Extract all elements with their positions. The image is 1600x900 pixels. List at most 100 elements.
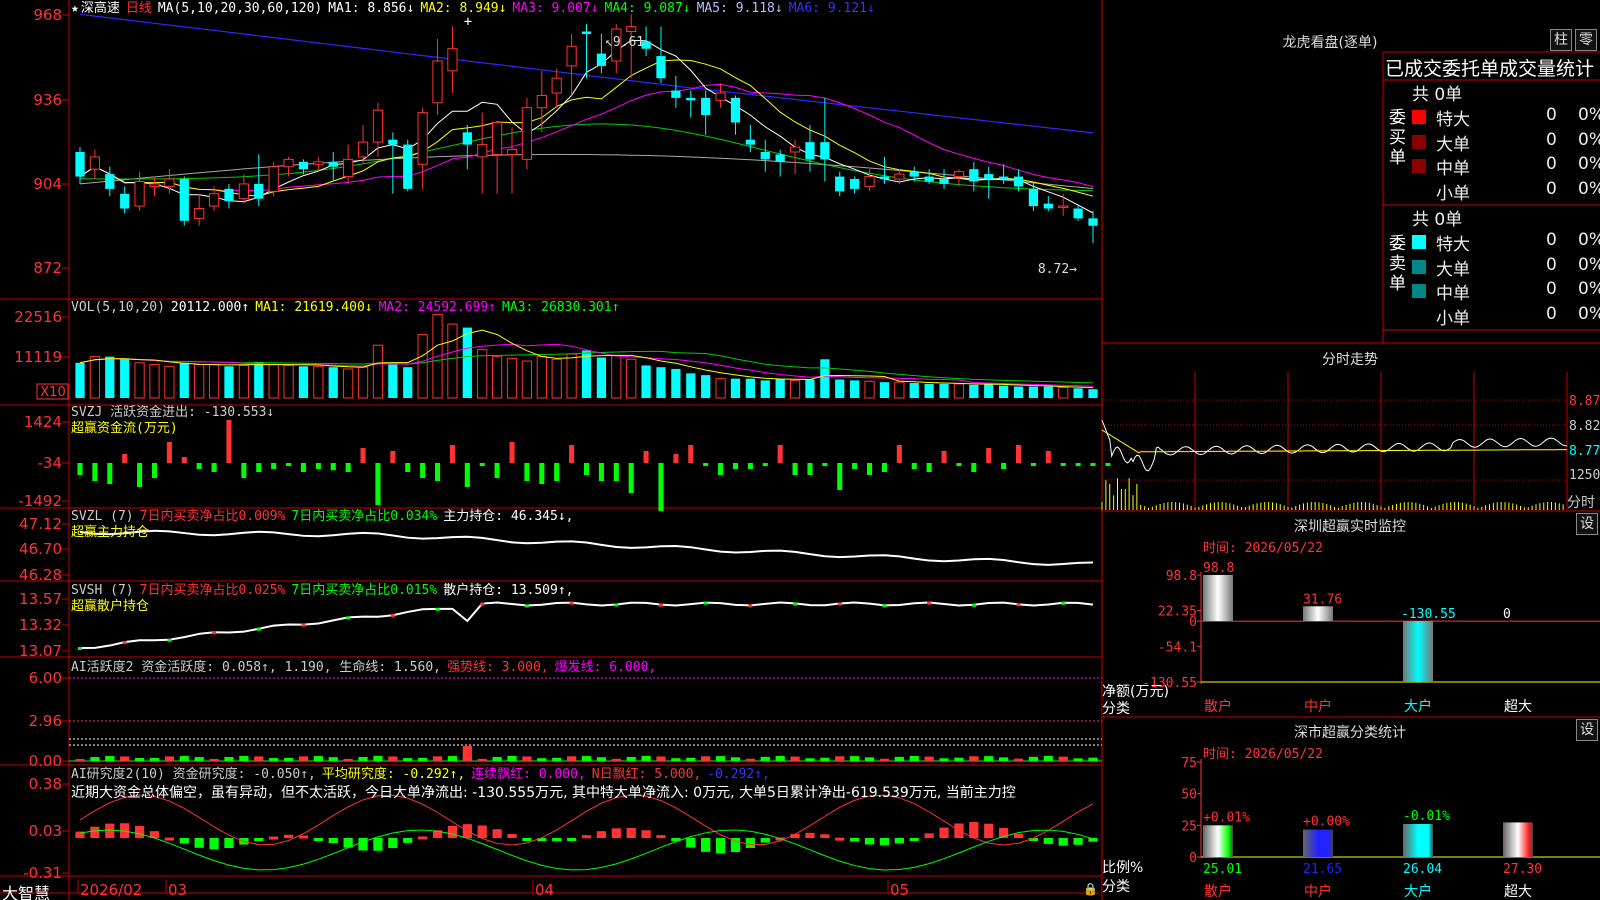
volume-bar	[1028, 386, 1039, 398]
ai2-bar	[507, 834, 517, 838]
svzj-bar	[1015, 445, 1022, 463]
candle-body	[879, 176, 890, 180]
volume-bar	[835, 379, 845, 398]
ai1-bar	[1043, 756, 1053, 761]
ai1-bar	[820, 757, 830, 761]
ai2-bar	[358, 838, 368, 851]
candle-body	[75, 151, 85, 177]
monitor-settings-button[interactable]: 设	[1576, 513, 1598, 535]
longhu-tabs[interactable]: 已成交委托单成交量统计	[1385, 54, 1594, 81]
ai2-bar	[313, 838, 323, 841]
volume-bar	[313, 365, 324, 399]
candle-body	[864, 176, 875, 187]
svzj-bar	[911, 463, 917, 469]
ai2-bar	[269, 836, 279, 840]
ai1-bar	[805, 758, 815, 761]
candle-body	[626, 26, 637, 33]
volume-bar	[164, 365, 175, 399]
candle-body	[924, 176, 934, 182]
ai1-bar	[1028, 756, 1039, 761]
ai1-bar	[269, 758, 279, 761]
ai1-bar	[477, 758, 487, 761]
volume-bar	[760, 380, 770, 398]
ai2-bar	[715, 838, 726, 854]
star-icon[interactable]: ★	[71, 1, 79, 16]
ai1-bar	[105, 756, 115, 761]
ai2-bar	[164, 837, 175, 841]
classify-category-label: 散户	[1204, 883, 1232, 900]
svzj-bar	[569, 445, 575, 463]
intraday-unit: 分时	[1567, 495, 1595, 511]
svzl-sub: 超赢主力持仓	[71, 525, 150, 540]
svsh-dot	[793, 602, 798, 606]
vol-y-tick-label: 11119	[14, 348, 62, 366]
ai1-bar	[775, 756, 785, 761]
ai1-bar	[432, 756, 443, 761]
volume-bar	[596, 357, 607, 398]
date-label: 04	[535, 881, 554, 899]
ai2-bar	[134, 825, 145, 838]
classify-bar	[1503, 822, 1533, 857]
ai2-bar	[418, 836, 428, 840]
svsh-dot	[78, 647, 82, 650]
svzj-bar	[256, 463, 262, 472]
candle-body	[254, 183, 264, 199]
svsh-dot	[703, 601, 708, 605]
ai1-bar	[790, 756, 800, 761]
ai1-bar	[626, 756, 636, 761]
classify-bar	[1303, 829, 1333, 857]
lock-icon[interactable]: 🔒	[1083, 882, 1098, 896]
ai2-bar	[552, 838, 562, 842]
monitor-title: 深圳超赢实时监控	[1294, 519, 1406, 535]
monitor-date: 时间: 2026/05/22	[1203, 541, 1323, 556]
ai1-bar	[715, 756, 726, 761]
zero-button[interactable]: 零	[1575, 29, 1597, 51]
candle-body	[969, 169, 979, 182]
sell-swatch	[1412, 235, 1426, 249]
candle-body	[105, 174, 115, 189]
svzj-bar	[807, 463, 813, 475]
classify-settings-button[interactable]: 设	[1576, 719, 1598, 741]
ma2-line	[79, 59, 1094, 197]
volume-bar	[89, 356, 101, 399]
ai2-y-tick-label: 0.03	[29, 822, 62, 840]
svzj-bar	[613, 463, 619, 481]
intraday-price-line	[1101, 419, 1567, 472]
vol-unit-label: X10	[40, 385, 65, 400]
volume-bar	[730, 378, 741, 398]
ai2-bar	[477, 825, 487, 838]
volume-bar	[909, 383, 919, 398]
ma1-value: MA1: 8.856↓	[328, 1, 415, 16]
volume-bar	[581, 350, 592, 398]
chart-canvas: 968936904872↖9.618.72→+2251611119X101424…	[0, 0, 1600, 900]
ai2-bar	[909, 838, 919, 841]
candle-body	[506, 149, 518, 155]
svzj-bar	[345, 463, 351, 472]
svzj-bar	[1090, 463, 1096, 466]
buy-row-count: 0	[1546, 129, 1557, 150]
period-label[interactable]: 日线	[126, 1, 152, 16]
ai1-bar	[149, 757, 160, 761]
svzj-y-tick-label: -34	[38, 454, 63, 472]
ai2-bar	[522, 838, 532, 841]
date-label: 05	[890, 881, 909, 899]
svzj-bar	[852, 463, 858, 469]
svzj-bar	[762, 463, 768, 466]
svzj-bar	[539, 463, 545, 484]
ai2-bar	[656, 835, 666, 839]
candle-body	[775, 154, 785, 162]
candle-body	[745, 139, 755, 145]
buy-row-name: 大单	[1436, 134, 1470, 155]
classify-value-label: 27.30	[1503, 862, 1542, 877]
volume-bar	[254, 361, 264, 398]
monitor-y-tick-label: 98.8	[1166, 569, 1197, 584]
monitor-bar-label: 31.76	[1303, 592, 1342, 607]
classify-y-tick-label: 25	[1181, 819, 1197, 834]
ai2-p5: -0.292↑,	[707, 767, 770, 782]
svsh-dot	[122, 641, 127, 645]
volume-bar	[879, 382, 890, 398]
candle-body	[909, 171, 919, 177]
column-button[interactable]: 柱	[1550, 29, 1572, 51]
svzj-bar	[1105, 463, 1111, 466]
svsh-dot	[837, 602, 842, 606]
